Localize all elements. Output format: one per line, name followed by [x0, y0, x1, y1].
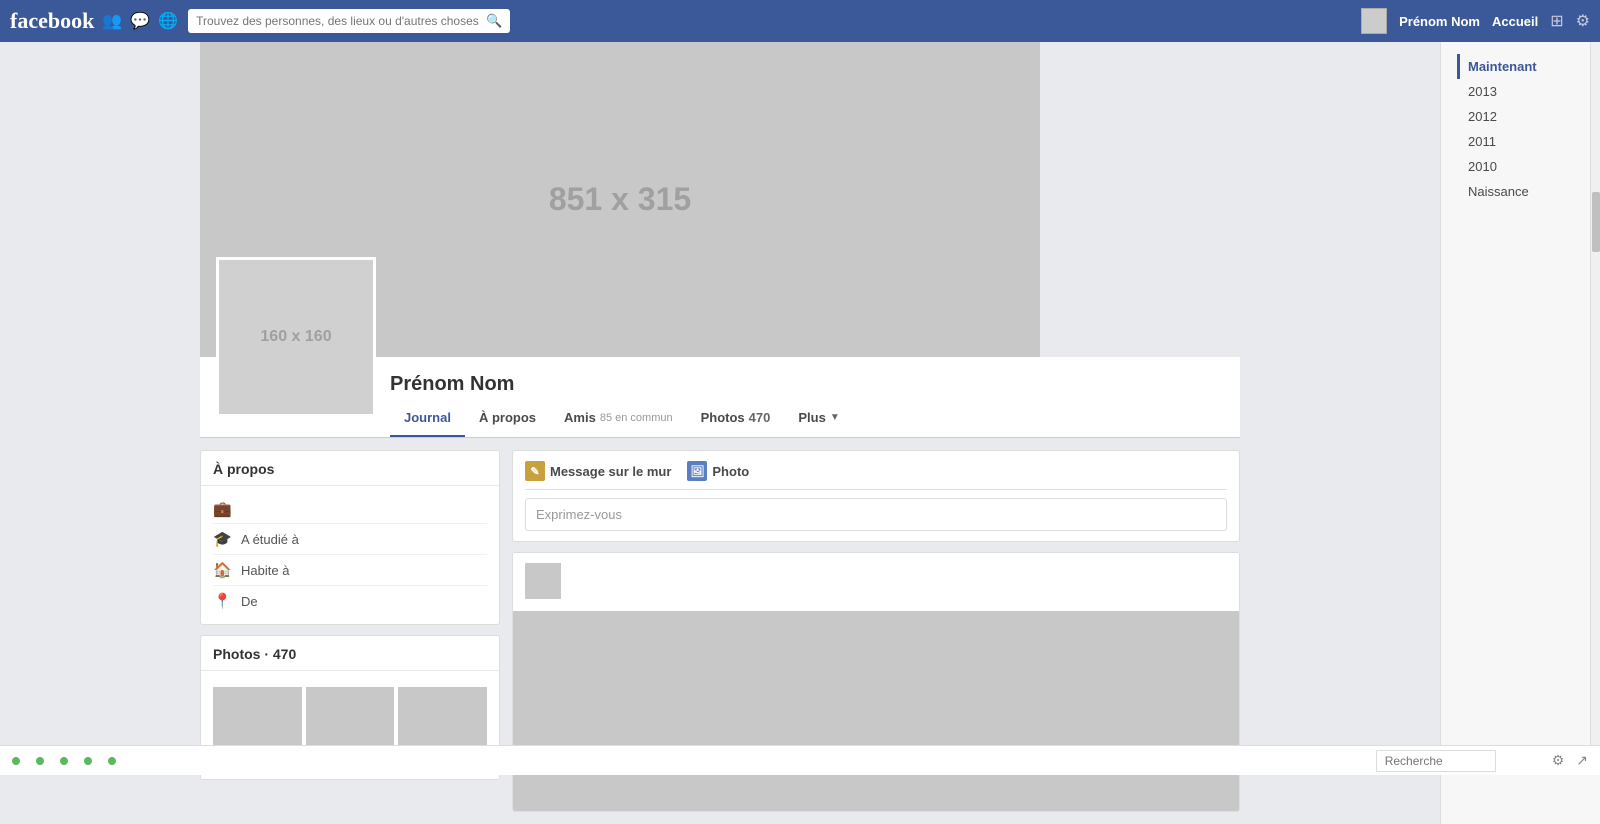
- timeline-item-2010[interactable]: 2010: [1457, 154, 1584, 179]
- photo-icon: 🖼: [687, 461, 707, 481]
- people-icon[interactable]: 👥: [102, 11, 122, 31]
- right-timeline: Maintenant 2013 2012 2011 2010 Naissance: [1440, 42, 1600, 824]
- post-box-tabs: ✎ Message sur le mur 🖼 Photo: [525, 461, 1227, 490]
- online-dot-5: [108, 757, 116, 765]
- timeline-item-2012[interactable]: 2012: [1457, 104, 1584, 129]
- left-col: À propos 💼 🎓 A étudié à 🏠 Hab: [200, 450, 500, 780]
- message-icon: ✎: [525, 461, 545, 481]
- bottom-bar: ⚙ ↗: [0, 745, 1600, 775]
- tab-amis[interactable]: Amis 85 en commun: [550, 400, 687, 437]
- bottom-online-5: [108, 757, 116, 765]
- tab-journal[interactable]: Journal: [390, 400, 465, 437]
- bottom-search-input[interactable]: [1376, 750, 1496, 772]
- timeline-item-2011[interactable]: 2011: [1457, 129, 1584, 154]
- timeline-item-naissance[interactable]: Naissance: [1457, 179, 1584, 204]
- profile-name: Prénom Nom: [390, 373, 514, 395]
- briefcase-icon: 💼: [213, 500, 231, 518]
- online-dot-1: [12, 757, 20, 765]
- post-tab-message-label: Message sur le mur: [550, 464, 671, 479]
- scrollbar[interactable]: [1590, 42, 1600, 745]
- accueil-link[interactable]: Accueil: [1492, 14, 1538, 29]
- gear-bottom-icon[interactable]: ⚙: [1552, 752, 1565, 769]
- login-icon[interactable]: ↗: [1576, 752, 1588, 769]
- scrollbar-thumb[interactable]: [1592, 192, 1600, 252]
- about-education-text: A étudié à: [241, 532, 299, 547]
- feed-avatar[interactable]: [525, 563, 561, 599]
- tab-plus[interactable]: Plus ▼: [784, 400, 853, 437]
- search-button[interactable]: 🔍: [486, 13, 502, 29]
- tab-apropos[interactable]: À propos: [465, 400, 550, 437]
- tab-photos-count: 470: [749, 410, 771, 425]
- search-bar: 🔍: [188, 9, 510, 33]
- tab-amis-count: 85 en commun: [600, 412, 673, 424]
- post-tab-message[interactable]: ✎ Message sur le mur: [525, 461, 671, 481]
- cover-label: 851 x 315: [549, 181, 691, 218]
- photos-card-header: Photos · 470: [201, 636, 499, 671]
- post-tab-photo[interactable]: 🖼 Photo: [687, 461, 749, 481]
- about-item-home[interactable]: 🏠 Habite à: [213, 555, 487, 586]
- globe-icon[interactable]: 🌐: [158, 11, 178, 31]
- timeline-item-maintenant[interactable]: Maintenant: [1457, 54, 1584, 79]
- school-icon: 🎓: [213, 530, 231, 548]
- main-content: 851 x 315 160 x 160 Prénom Nom Journal À…: [200, 42, 1240, 824]
- post-input[interactable]: Exprimez-vous: [525, 498, 1227, 531]
- about-card-header: À propos: [201, 451, 499, 486]
- bottom-online-3: [60, 757, 68, 765]
- user-name[interactable]: Prénom Nom: [1399, 14, 1480, 29]
- bottom-online-4: [84, 757, 92, 765]
- about-item-education[interactable]: 🎓 A étudié à: [213, 524, 487, 555]
- bottom-online-1: [12, 757, 20, 765]
- bottom-search: [1376, 750, 1496, 772]
- feed-post-header: [513, 553, 1239, 607]
- profile-pic[interactable]: 160 x 160: [216, 257, 376, 417]
- facebook-logo[interactable]: facebook: [10, 8, 94, 34]
- cover-photo: 851 x 315 160 x 160: [200, 42, 1040, 357]
- main-wrapper: 851 x 315 160 x 160 Prénom Nom Journal À…: [0, 42, 1600, 824]
- bottom-icons: ⚙ ↗: [1552, 752, 1588, 769]
- nav-icons: 👥 💬 🌐: [102, 11, 178, 31]
- online-dot-3: [60, 757, 68, 765]
- user-avatar: [1361, 8, 1387, 34]
- about-card: À propos 💼 🎓 A étudié à 🏠 Hab: [200, 450, 500, 625]
- pin-icon: 📍: [213, 592, 231, 610]
- about-item-from[interactable]: 📍 De: [213, 586, 487, 616]
- home-icon: 🏠: [213, 561, 231, 579]
- profile-section: 851 x 315 160 x 160 Prénom Nom Journal À…: [200, 42, 1240, 824]
- post-box: ✎ Message sur le mur 🖼 Photo Exprimez-vo…: [512, 450, 1240, 542]
- about-items: 💼 🎓 A étudié à 🏠 Habite à �: [201, 486, 499, 624]
- friends-settings-icon[interactable]: ⊞: [1550, 11, 1563, 31]
- chat-icon[interactable]: 💬: [130, 11, 150, 31]
- about-home-text: Habite à: [241, 563, 289, 578]
- online-dot-2: [36, 757, 44, 765]
- post-tab-photo-label: Photo: [712, 464, 749, 479]
- chevron-down-icon: ▼: [830, 412, 840, 423]
- profile-pic-label: 160 x 160: [260, 328, 331, 346]
- timeline-item-2013[interactable]: 2013: [1457, 79, 1584, 104]
- search-input[interactable]: [196, 14, 486, 28]
- online-dot-4: [84, 757, 92, 765]
- feed-post-image: [513, 611, 1239, 811]
- gear-icon[interactable]: ⚙: [1576, 11, 1590, 31]
- about-from-text: De: [241, 594, 258, 609]
- about-item-work: 💼: [213, 494, 487, 524]
- tab-photos[interactable]: Photos 470: [687, 400, 785, 437]
- right-nav: Prénom Nom Accueil ⊞ ⚙: [1361, 8, 1590, 34]
- topnav: facebook 👥 💬 🌐 🔍 Prénom Nom Accueil ⊞ ⚙: [0, 0, 1600, 42]
- bottom-online-2: [36, 757, 44, 765]
- photos-count: 470: [273, 646, 296, 662]
